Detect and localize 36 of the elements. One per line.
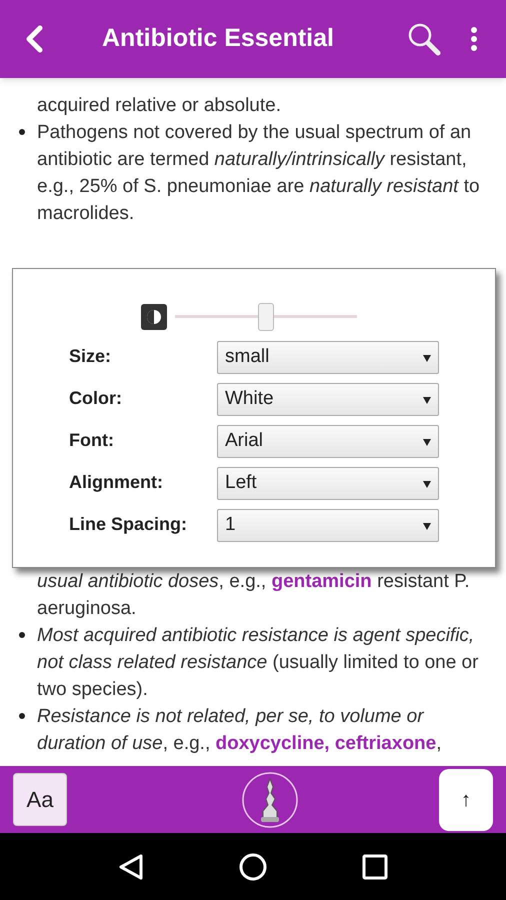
brightness-slider[interactable] <box>175 303 357 331</box>
search-icon <box>407 22 441 56</box>
back-nav-icon[interactable] <box>118 852 144 880</box>
field-label: Alignment: <box>69 471 164 494</box>
dropdown[interactable]: White <box>217 383 439 416</box>
home-nav-icon[interactable] <box>238 852 267 880</box>
paragraph: Resistance is not related, per se, to volume or duration of use, e.g., doxycycline, ceftriaxone, <box>37 705 443 756</box>
recents-nav-icon[interactable] <box>362 854 388 880</box>
dropdown[interactable]: Left <box>217 467 439 500</box>
dropdown-arrow-icon <box>423 438 431 446</box>
slider-thumb[interactable] <box>258 303 274 331</box>
contrast-icon <box>141 304 167 330</box>
scroll-top-button[interactable]: ↑ <box>439 768 493 830</box>
paragraph: Pathogens not covered by the usual spectrum of an antibiotic are termed naturally/intrinsically resistant, e.g., 25% of S. pneumoniae are naturally resistant to macrolides. <box>37 121 481 226</box>
field-label: Color: <box>69 387 123 410</box>
dropdown[interactable]: Arial <box>217 425 439 458</box>
back-icon <box>24 25 44 53</box>
dropdown-arrow-icon <box>423 396 431 404</box>
dropdown-arrow-icon <box>423 480 431 488</box>
bullet-icon <box>18 632 24 638</box>
field-label: Font: <box>69 429 115 452</box>
logo-icon <box>241 770 299 828</box>
dropdown-arrow-icon <box>423 522 431 530</box>
bullet-icon <box>18 713 24 719</box>
paragraph: acquired relative or absolute. <box>37 94 282 118</box>
dropdown[interactable]: small <box>217 341 439 374</box>
paragraph: Most acquired antibiotic resistance is agent specific, not class related resistance (usually limited to one or two species). <box>37 624 480 702</box>
paragraph: usual antibiotic doses, e.g., gentamicin resistant P. aeruginosa. <box>37 570 471 621</box>
field-label: Size: <box>69 345 112 368</box>
dropdown-arrow-icon <box>423 354 431 362</box>
font-settings-button[interactable]: Aa <box>13 773 67 826</box>
field-label: Line Spacing: <box>69 513 188 536</box>
bullet-icon <box>18 129 24 135</box>
dropdown[interactable]: 1 <box>217 509 439 542</box>
app-title: Antibiotic Essential <box>102 23 335 54</box>
menu-icon <box>470 26 478 52</box>
